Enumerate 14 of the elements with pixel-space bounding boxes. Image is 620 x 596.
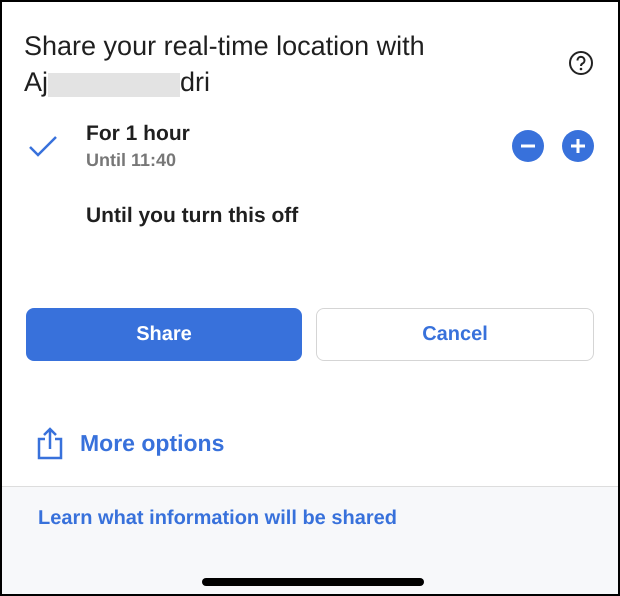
option-label[interactable]: Until you turn this off: [86, 202, 618, 230]
recipient-name: Aj: [24, 66, 48, 99]
option-label[interactable]: For 1 hour: [86, 120, 512, 148]
recipient-name: dri: [180, 66, 210, 99]
share-icon[interactable]: [36, 426, 64, 460]
cancel-button[interactable]: Cancel: [316, 308, 594, 361]
help-icon[interactable]: [568, 50, 594, 76]
more-options-link[interactable]: More options: [80, 430, 224, 456]
share-button[interactable]: Share: [26, 308, 302, 361]
option-subtitle: Until 11:40: [86, 149, 178, 172]
plus-icon[interactable]: [562, 130, 594, 162]
minus-icon[interactable]: [512, 130, 544, 162]
dialog-title: Share your real-time location with: [24, 30, 425, 63]
learn-more-link[interactable]: Learn what information will be shared: [38, 507, 397, 530]
